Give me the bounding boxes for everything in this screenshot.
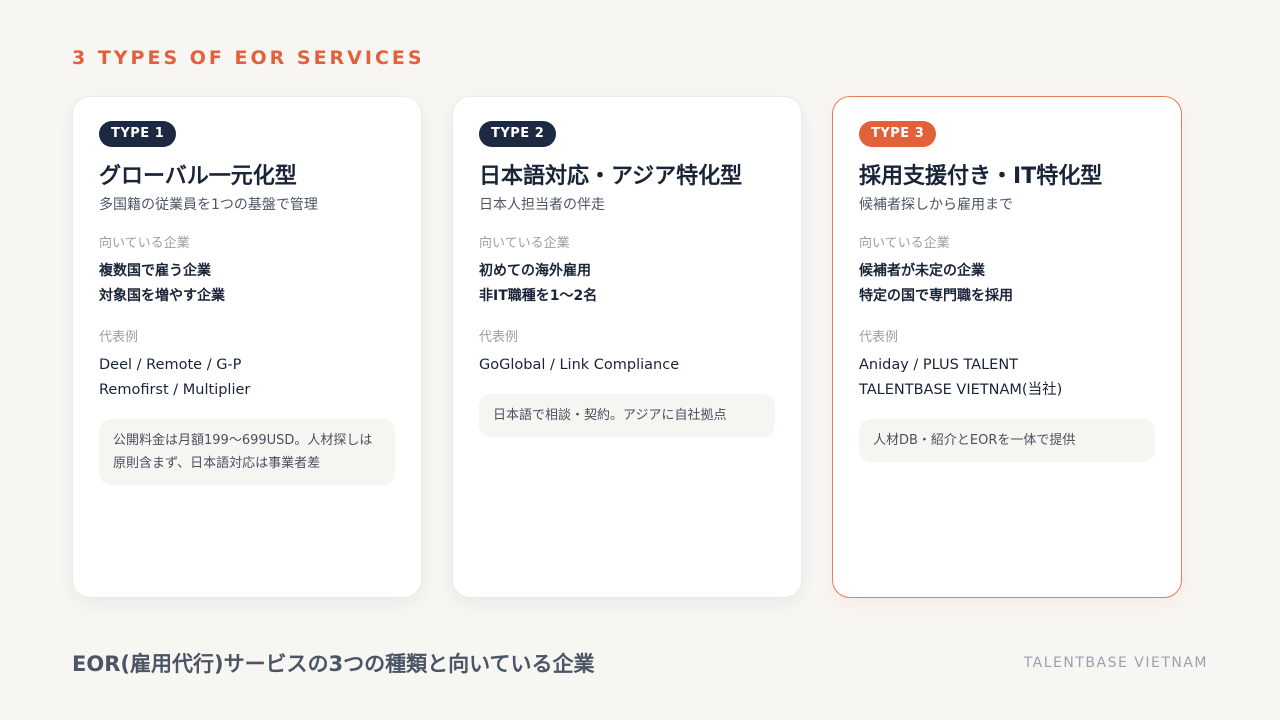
card-subtitle: 多国籍の従業員を1つの基盤で管理: [99, 197, 318, 213]
card-subtitle: 日本人担当者の伴走: [479, 197, 605, 213]
fit-item: 対象国を増やす企業: [99, 288, 225, 304]
card-note: 公開料金は月額199〜699USD。人材探しは 原則含まず、日本語対応は事業者差: [99, 419, 395, 485]
card-type-3: TYPE 3 採用支援付き・IT特化型 候補者探しから雇用まで 向いている企業 …: [832, 96, 1182, 598]
card-title: グローバル一元化型: [99, 164, 297, 189]
type-badge: TYPE 3: [859, 121, 937, 147]
card-title: 採用支援付き・IT特化型: [859, 164, 1103, 189]
note-line: 人材DB・紹介とEORを一体で提供: [873, 433, 1076, 448]
examples-label: 代表例: [859, 330, 899, 345]
fit-label: 向いている企業: [859, 236, 950, 251]
example-item: Deel / Remote / G-P: [99, 357, 242, 373]
example-item: Aniday / PLUS TALENT: [859, 357, 1019, 373]
example-item: GoGlobal / Link Compliance: [479, 357, 680, 373]
card-note: 人材DB・紹介とEORを一体で提供: [859, 419, 1155, 462]
fit-item: 候補者が未定の企業: [859, 263, 985, 279]
footer-brand: TALENTBASE VIETNAM: [1023, 655, 1208, 671]
fit-list: 初めての海外雇用 非IT職種を1〜2名: [479, 259, 775, 309]
card-note: 日本語で相談・契約。アジアに自社拠点: [479, 394, 775, 437]
type-badge: TYPE 2: [479, 121, 557, 147]
examples-list: Aniday / PLUS TALENT TALENTBASE VIETNAM(…: [859, 353, 1155, 403]
card-type-2: TYPE 2 日本語対応・アジア特化型 日本人担当者の伴走 向いている企業 初め…: [452, 96, 802, 598]
note-line: 公開料金は月額199〜699USD。人材探しは: [113, 433, 373, 448]
fit-item: 非IT職種を1〜2名: [479, 288, 598, 304]
note-line: 日本語で相談・契約。アジアに自社拠点: [493, 408, 727, 423]
fit-list: 複数国で雇う企業 対象国を増やす企業: [99, 259, 395, 309]
example-item: TALENTBASE VIETNAM(当社): [859, 382, 1063, 398]
footer-title: EOR(雇用代行)サービスの3つの種類と向いている企業: [72, 652, 595, 676]
card-subtitle: 候補者探しから雇用まで: [859, 197, 1013, 213]
fit-label: 向いている企業: [479, 236, 570, 251]
fit-list: 候補者が未定の企業 特定の国で専門職を採用: [859, 259, 1155, 309]
fit-item: 複数国で雇う企業: [99, 263, 211, 279]
section-eyebrow: 3 TYPES OF EOR SERVICES: [72, 47, 425, 69]
examples-list: Deel / Remote / G-P Remofirst / Multipli…: [99, 353, 395, 403]
examples-label: 代表例: [99, 330, 139, 345]
examples-list: GoGlobal / Link Compliance: [479, 353, 775, 378]
fit-item: 初めての海外雇用: [479, 263, 591, 279]
card-type-1: TYPE 1 グローバル一元化型 多国籍の従業員を1つの基盤で管理 向いている企…: [72, 96, 422, 598]
examples-label: 代表例: [479, 330, 519, 345]
fit-item: 特定の国で専門職を採用: [859, 288, 1013, 304]
note-line: 原則含まず、日本語対応は事業者差: [113, 456, 321, 471]
example-item: Remofirst / Multiplier: [99, 382, 251, 398]
eor-type-cards: TYPE 1 グローバル一元化型 多国籍の従業員を1つの基盤で管理 向いている企…: [72, 96, 1184, 600]
type-badge: TYPE 1: [99, 121, 177, 147]
fit-label: 向いている企業: [99, 236, 190, 251]
card-title: 日本語対応・アジア特化型: [479, 164, 743, 189]
